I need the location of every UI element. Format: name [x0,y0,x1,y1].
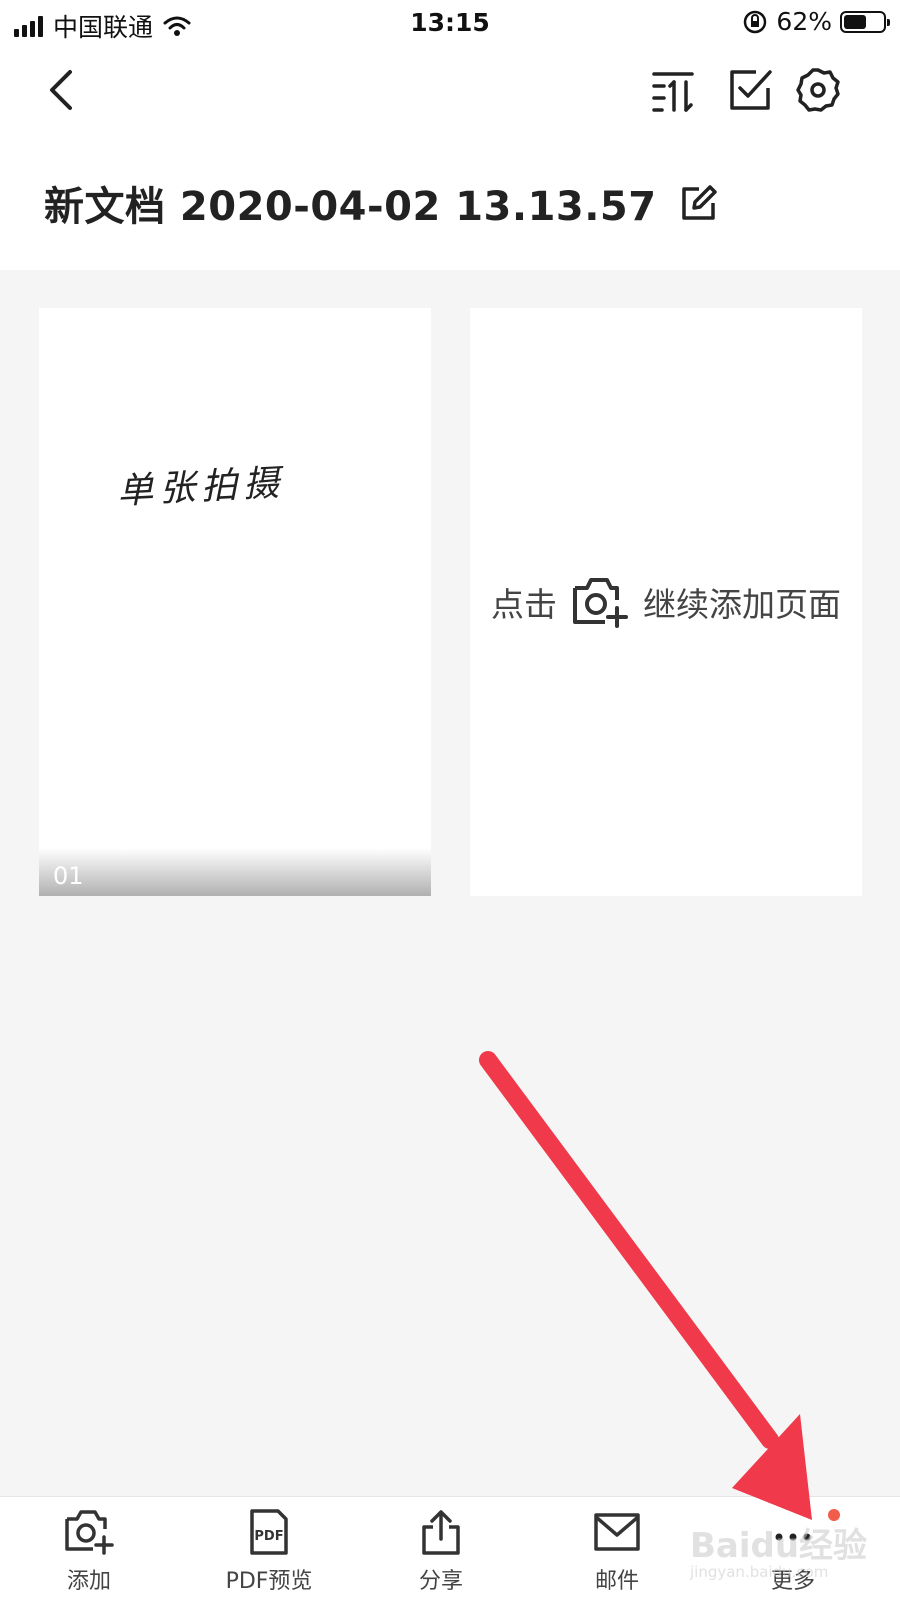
page-shade [39,848,431,896]
svg-text:PDF: PDF [254,1529,283,1544]
pdf-icon: PDF [250,1509,288,1555]
chevron-left-icon[interactable] [40,66,88,114]
tab-share-label: 分享 [418,1569,463,1594]
camera-plus-icon [573,578,628,628]
page-thumbnail-01[interactable]: 单张拍摄 01 [39,308,431,896]
document-header: 新文档 2020-04-02 13.13.57 [0,46,900,270]
tab-mail[interactable]: 邮件 [552,1509,682,1599]
tab-pdf-preview[interactable]: PDF PDF预览 [204,1509,334,1599]
tab-share[interactable]: 分享 [376,1509,506,1599]
document-title: 新文档 2020-04-02 13.13.57 [44,184,657,230]
rotation-lock-icon [744,10,767,33]
add-page-prefix: 点击 [491,585,557,624]
status-bar: 中国联通 13:15 62% [0,0,900,46]
title-row: 新文档 2020-04-02 13.13.57 [44,174,719,232]
add-page-suffix: 继续添加页面 [643,585,841,624]
gear-icon[interactable] [794,66,842,114]
add-page-hint: 点击 继续添加页面 [491,576,841,628]
mail-icon [594,1513,640,1551]
page-number: 01 [53,862,84,890]
watermark-brand: Baidu经验 [690,1526,868,1566]
tab-pdf-preview-label: PDF预览 [225,1569,313,1594]
tab-mail-label: 邮件 [594,1569,639,1594]
share-icon [422,1510,460,1555]
handwritten-text: 单张拍摄 [116,462,287,513]
tab-add[interactable]: 添加 [24,1509,154,1599]
tab-add-label: 添加 [66,1569,111,1594]
edit-icon[interactable] [679,183,719,223]
sort-icon[interactable] [650,66,698,114]
camera-plus-icon [65,1510,114,1555]
baidu-watermark: Baidu经验 jingyan.baidu.com [690,1518,867,1581]
checkbox-icon[interactable] [726,66,774,114]
battery-icon [840,10,890,33]
add-page-card[interactable]: 点击 继续添加页面 [470,308,862,896]
battery-percent: 62% [776,7,832,36]
status-right: 62% [742,7,890,36]
